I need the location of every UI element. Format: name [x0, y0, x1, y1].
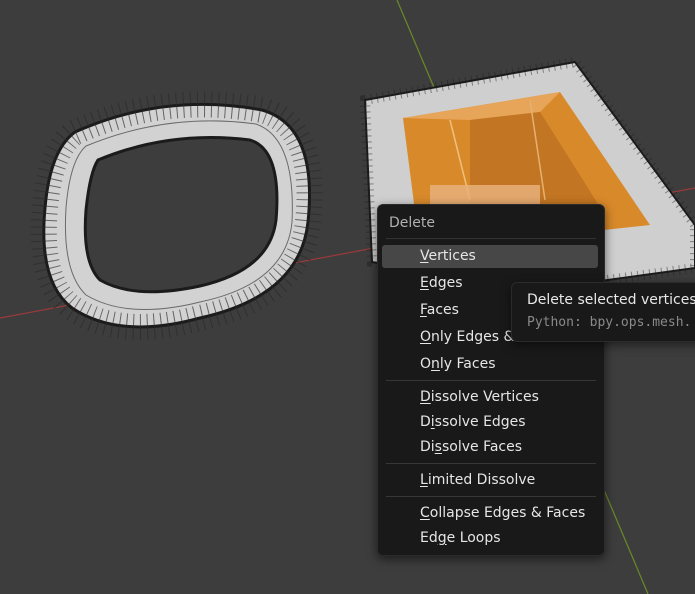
operator-tooltip: Delete selected vertices, e Python: bpy.…: [511, 282, 695, 342]
menu-item-edge-loops[interactable]: Edge Loops: [382, 527, 598, 550]
menu-item-only-faces[interactable]: Only Faces: [382, 353, 598, 376]
menu-separator: [386, 496, 596, 497]
menu-item-label: Faces: [420, 302, 459, 318]
menu-divider: [386, 238, 596, 239]
menu-item-label: Limited Dissolve: [420, 472, 536, 488]
menu-item-dissolve-vertices[interactable]: Dissolve Vertices: [382, 386, 598, 409]
tooltip-python-path: Python: bpy.ops.mesh.: [527, 315, 692, 330]
delete-menu: Delete Vertices Edges Faces Only Edges &…: [377, 204, 605, 556]
menu-item-label: Collapse Edges & Faces: [420, 505, 586, 521]
menu-title: Delete: [389, 215, 435, 231]
menu-separator: [386, 380, 596, 381]
menu-item-collapse-edges-faces[interactable]: Collapse Edges & Faces: [382, 502, 598, 525]
menu-item-dissolve-edges[interactable]: Dissolve Edges: [382, 411, 598, 434]
menu-item-label: Only Faces: [420, 356, 496, 372]
menu-item-label: Edge Loops: [420, 530, 501, 546]
menu-separator: [386, 463, 596, 464]
menu-item-label: Dissolve Vertices: [420, 389, 539, 405]
menu-item-dissolve-faces[interactable]: Dissolve Faces: [382, 436, 598, 459]
menu-item-label: Edges: [420, 275, 463, 291]
menu-item-label: Dissolve Faces: [420, 439, 523, 455]
menu-item-label: Dissolve Edges: [420, 414, 526, 430]
menu-item-label: Vertices: [420, 248, 476, 264]
menu-item-vertices[interactable]: Vertices: [382, 245, 598, 268]
tooltip-description: Delete selected vertices, e: [527, 292, 695, 308]
menu-item-limited-dissolve[interactable]: Limited Dissolve: [382, 469, 598, 492]
